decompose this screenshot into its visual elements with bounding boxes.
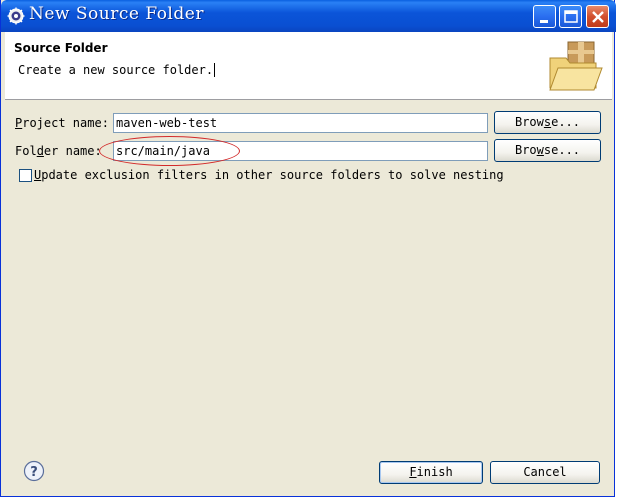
minimize-icon <box>540 20 548 23</box>
close-icon <box>592 11 604 23</box>
close-button[interactable] <box>586 5 609 28</box>
finish-button[interactable]: Finish <box>379 461 483 484</box>
update-exclusion-checkbox[interactable] <box>19 169 32 182</box>
new-folder-wizard-icon <box>549 41 603 91</box>
folder-browse-button[interactable]: Browse... <box>494 139 601 162</box>
svg-text:?: ? <box>30 465 38 480</box>
folder-name-label: Folder name: <box>15 144 102 158</box>
dialog-window: New Source Folder Source Folder Create a… <box>0 0 616 497</box>
maximize-button[interactable] <box>559 5 582 28</box>
text-caret <box>214 63 216 77</box>
wizard-description: Create a new source folder. <box>18 63 216 77</box>
project-name-field[interactable]: maven-web-test <box>113 113 488 133</box>
help-icon[interactable]: ? <box>23 460 45 482</box>
wizard-header: Source Folder Create a new source folder… <box>5 32 612 100</box>
minimize-button[interactable] <box>533 5 556 28</box>
project-browse-button[interactable]: Browse... <box>494 111 601 134</box>
title-bar[interactable]: New Source Folder <box>1 0 616 32</box>
update-exclusion-label[interactable]: Update exclusion filters in other source… <box>34 168 504 182</box>
red-highlight-ellipse <box>99 136 240 166</box>
eclipse-icon <box>7 7 25 25</box>
maximize-icon <box>564 10 578 23</box>
project-name-label: Project name: <box>15 116 109 130</box>
cancel-button[interactable]: Cancel <box>490 461 600 484</box>
window-title: New Source Folder <box>29 4 204 24</box>
wizard-title: Source Folder <box>14 41 108 55</box>
